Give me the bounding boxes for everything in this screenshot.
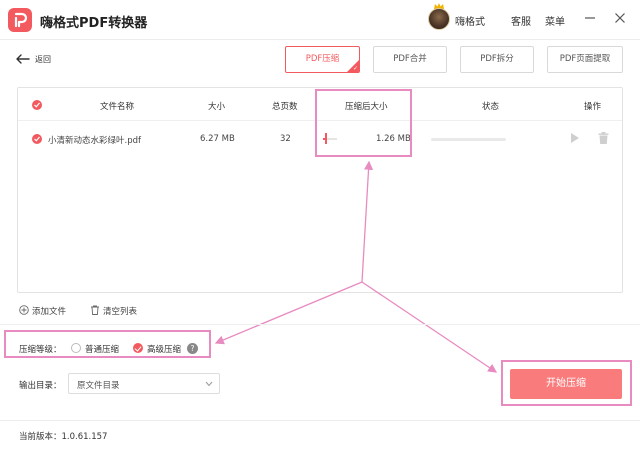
tab-pdf-page-extract[interactable]: PDF页面提取	[547, 46, 623, 73]
check-icon	[34, 102, 40, 108]
file-size: 6.27 MB	[200, 134, 235, 144]
column-header-actions: 操作	[584, 102, 602, 112]
page-count: 32	[280, 134, 291, 144]
arrow-left-icon	[16, 54, 30, 64]
output-dir-value: 原文件目录	[77, 381, 120, 391]
clear-list-label: 清空列表	[103, 307, 138, 317]
file-table: 文件名称 大小 总页数 压缩后大小 状态 操作 小清新动态水彩绿叶.pdf 6.…	[17, 87, 623, 293]
tab-label: PDF页面提取	[559, 54, 611, 64]
column-header-pages: 总页数	[272, 102, 298, 112]
tab-label: PDF拆分	[480, 54, 514, 64]
output-dir-label: 输出目录：	[19, 381, 62, 391]
status-bar: 当前版本：1.0.61.157	[0, 420, 640, 450]
output-dir-select[interactable]: 原文件目录	[68, 373, 220, 394]
tab-label: PDF压缩	[305, 54, 340, 64]
compression-slider-handle[interactable]	[325, 133, 327, 144]
start-compress-button[interactable]: 开始压缩	[510, 369, 622, 399]
back-label: 返回	[35, 55, 51, 64]
chevron-down-icon	[205, 381, 213, 387]
add-file-label: 添加文件	[32, 307, 67, 317]
file-name: 小清新动态水彩绿叶.pdf	[48, 136, 141, 146]
app-logo-icon	[8, 8, 32, 32]
check-icon	[34, 136, 40, 142]
username[interactable]: 嗨格式	[455, 13, 485, 28]
compression-level-label: 压缩等级：	[19, 345, 62, 355]
tab-label: PDF合并	[393, 54, 427, 64]
close-icon[interactable]	[612, 10, 628, 26]
radio-label: 普通压缩	[85, 345, 120, 355]
trash-icon[interactable]	[598, 132, 609, 144]
tab-pdf-compress[interactable]: PDF压缩 ✓	[285, 46, 360, 73]
trash-icon	[91, 305, 99, 315]
customer-service-link[interactable]: 客服	[511, 13, 531, 28]
radio-dot-selected	[133, 343, 143, 353]
column-header-name: 文件名称	[100, 102, 135, 112]
section-divider	[0, 324, 640, 325]
help-icon[interactable]: ?	[187, 343, 198, 354]
select-all-checkbox[interactable]	[32, 100, 42, 110]
row-checkbox[interactable]	[32, 134, 42, 144]
menu-link[interactable]: 菜单	[545, 13, 565, 28]
compressed-size: 1.26 MB	[376, 134, 411, 144]
play-icon[interactable]	[570, 132, 580, 144]
radio-label: 高级压缩	[147, 345, 182, 355]
plus-circle-icon	[19, 305, 29, 315]
column-header-compressed-size: 压缩后大小	[345, 102, 388, 112]
check-icon: ✓	[352, 65, 358, 72]
app-title: 嗨格式PDF转换器	[40, 16, 148, 31]
header-divider	[18, 120, 622, 121]
tab-pdf-merge[interactable]: PDF合并	[373, 46, 447, 73]
status-progress-bar	[431, 138, 506, 141]
user-avatar[interactable]	[428, 8, 450, 30]
radio-dot	[71, 343, 81, 353]
column-header-size: 大小	[208, 102, 226, 112]
title-bar: 嗨格式PDF转换器 嗨格式 客服 菜单	[0, 0, 640, 40]
tab-pdf-split[interactable]: PDF拆分	[460, 46, 534, 73]
minimize-icon[interactable]	[582, 10, 598, 26]
version-text: 当前版本：1.0.61.157	[19, 432, 108, 442]
column-header-status: 状态	[482, 102, 500, 112]
